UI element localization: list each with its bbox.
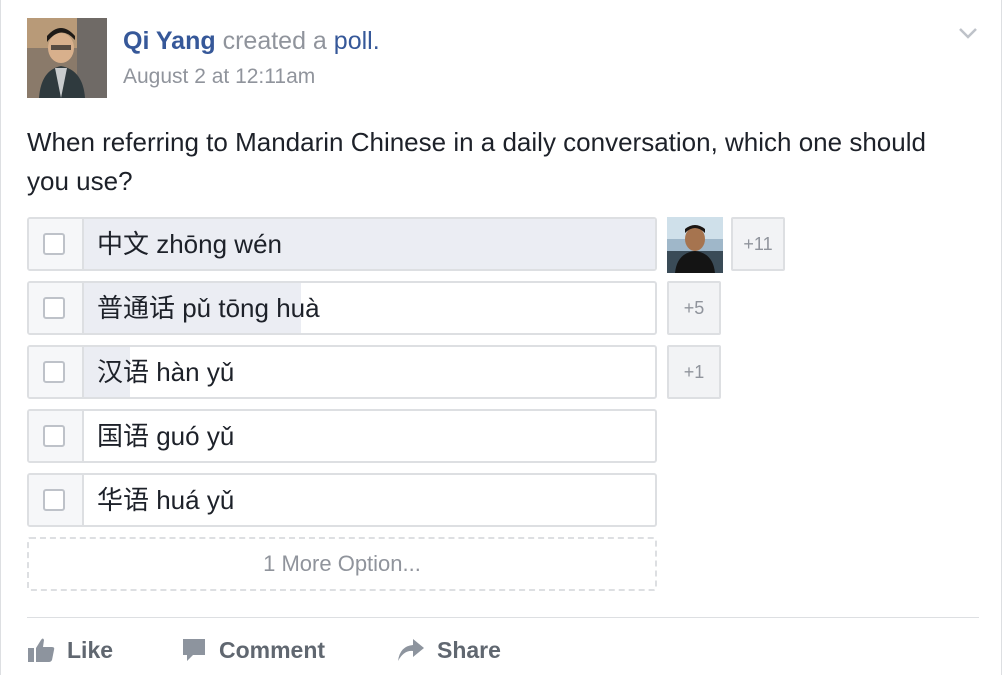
poll-question: When referring to Mandarin Chinese in a … (27, 127, 926, 196)
like-button[interactable]: Like (27, 630, 113, 670)
post-action-text: created a (222, 27, 327, 55)
author-line: Qi Yang created a poll. (123, 26, 380, 56)
poll-option[interactable]: 华语 huá yǔ (27, 473, 657, 527)
share-label: Share (437, 636, 501, 663)
post-timestamp[interactable]: August 2 at 12:11am (123, 65, 315, 89)
option-label: 中文 zhōng wén (97, 229, 282, 259)
author-name-link[interactable]: Qi Yang (123, 27, 216, 55)
option-label: 汉语 hàn yǔ (97, 357, 235, 387)
option-checkbox[interactable] (43, 233, 65, 255)
checkbox-cell (29, 475, 84, 525)
more-voters-count[interactable]: +1 (667, 345, 721, 399)
more-options-button[interactable]: 1 More Option... (27, 537, 657, 591)
checkbox-cell (29, 411, 84, 461)
more-voters-count[interactable]: +11 (731, 217, 785, 271)
option-checkbox[interactable] (43, 489, 65, 511)
share-icon (398, 639, 424, 661)
voter-avatar[interactable] (667, 217, 723, 273)
chevron-down-icon[interactable] (957, 24, 979, 42)
checkbox-cell (29, 283, 84, 333)
option-label: 普通话 pǔ tōng huà (97, 293, 320, 323)
poll-option[interactable]: 普通话 pǔ tōng huà (27, 281, 657, 335)
option-label: 华语 huá yǔ (97, 485, 235, 515)
author-avatar[interactable] (27, 18, 107, 98)
option-checkbox[interactable] (43, 297, 65, 319)
share-button[interactable]: Share (397, 630, 501, 670)
poll-option[interactable]: 汉语 hàn yǔ (27, 345, 657, 399)
poll-option[interactable]: 中文 zhōng wén (27, 217, 657, 271)
more-voters-count[interactable]: +5 (667, 281, 721, 335)
checkbox-cell (29, 347, 84, 397)
post-card: Qi Yang created a poll. August 2 at 12:1… (0, 0, 1002, 675)
option-checkbox[interactable] (43, 425, 65, 447)
option-checkbox[interactable] (43, 361, 65, 383)
comment-label: Comment (219, 636, 326, 663)
comment-icon (183, 639, 205, 661)
divider (27, 617, 979, 618)
like-label: Like (67, 636, 114, 663)
comment-button[interactable]: Comment (181, 630, 325, 670)
poll-link[interactable]: poll. (334, 27, 380, 55)
thumbs-up-icon (28, 638, 55, 662)
checkbox-cell (29, 219, 84, 269)
poll-option[interactable]: 国语 guó yǔ (27, 409, 657, 463)
option-label: 国语 guó yǔ (97, 421, 235, 451)
